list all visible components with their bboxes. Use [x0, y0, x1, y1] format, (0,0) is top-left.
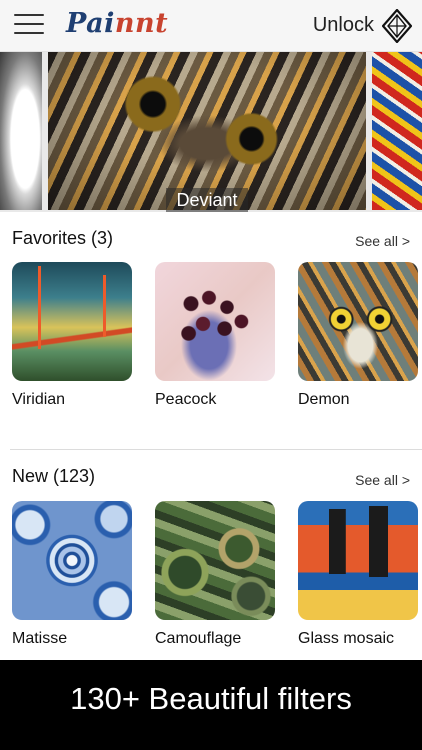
- section-divider: [10, 449, 422, 450]
- new-see-all-link[interactable]: See all >: [355, 472, 410, 488]
- favorites-title: Favorites (3): [12, 228, 114, 248]
- carousel-slide-previous[interactable]: [0, 52, 42, 210]
- filter-thumbnail-viridian[interactable]: [12, 262, 132, 381]
- unlock-button-label[interactable]: Unlock: [313, 14, 374, 37]
- carousel-slide-next[interactable]: [372, 52, 422, 210]
- promo-banner: 130+ Beautiful filters: [0, 660, 422, 750]
- filter-label-camouflage: Camouflage: [155, 630, 242, 647]
- filter-thumbnail-demon[interactable]: [298, 262, 418, 381]
- filter-thumbnail-glass-mosaic[interactable]: [298, 501, 418, 620]
- filter-thumbnail-peacock[interactable]: [155, 262, 275, 381]
- filter-label-demon: Demon: [298, 391, 350, 408]
- filter-label-peacock: Peacock: [155, 391, 217, 408]
- top-bar: Painnt Unlock: [0, 0, 422, 52]
- favorites-see-all-link[interactable]: See all >: [355, 233, 410, 249]
- filter-thumbnail-camouflage[interactable]: [155, 501, 275, 620]
- filter-label-glass-mosaic: Glass mosaic: [298, 630, 395, 647]
- filter-label-viridian: Viridian: [12, 391, 66, 408]
- hamburger-menu-icon[interactable]: [14, 14, 44, 36]
- app-logo: Painnt: [66, 8, 169, 39]
- filter-thumbnail-matisse[interactable]: [12, 501, 132, 620]
- diamond-icon[interactable]: [382, 9, 412, 43]
- carousel-caption: Deviant: [166, 188, 248, 212]
- filter-carousel[interactable]: Deviant: [0, 52, 422, 212]
- new-title: New (123): [12, 466, 96, 486]
- filter-label-matisse: Matisse: [12, 630, 68, 647]
- carousel-slide-current[interactable]: [48, 52, 366, 210]
